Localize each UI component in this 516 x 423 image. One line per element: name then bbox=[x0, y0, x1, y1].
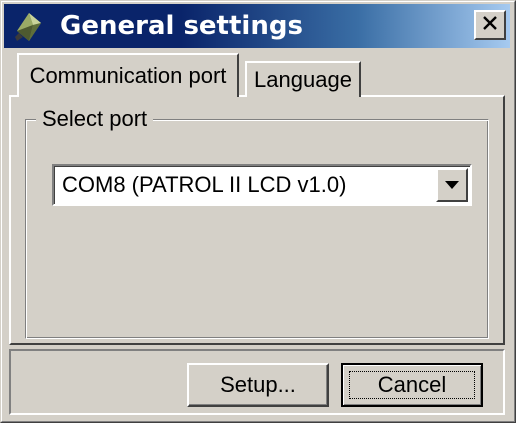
window-title: General settings bbox=[60, 11, 303, 41]
select-port-group: Select port COM8 (PATROL II LCD v1.0) bbox=[25, 106, 489, 339]
cancel-button[interactable]: Cancel bbox=[341, 363, 483, 407]
chevron-down-icon bbox=[445, 176, 459, 194]
setup-button-label: Setup... bbox=[220, 372, 296, 397]
setup-button[interactable]: Setup... bbox=[187, 363, 329, 407]
diamond-app-icon bbox=[8, 6, 48, 46]
close-x-icon bbox=[482, 15, 498, 35]
title-bar[interactable]: General settings bbox=[4, 4, 510, 48]
tab-language[interactable]: Language bbox=[245, 61, 361, 97]
settings-window: General settings Communication port Lang… bbox=[0, 0, 516, 423]
tab-panel: Select port COM8 (PATROL II LCD v1.0) bbox=[9, 95, 505, 345]
group-label: Select port bbox=[36, 106, 154, 132]
close-button[interactable] bbox=[474, 10, 506, 40]
port-select-value: COM8 (PATROL II LCD v1.0) bbox=[62, 172, 347, 197]
tab-communication-port[interactable]: Communication port bbox=[17, 53, 239, 97]
dropdown-button[interactable] bbox=[436, 168, 468, 202]
port-select[interactable]: COM8 (PATROL II LCD v1.0) bbox=[52, 164, 472, 206]
button-bar: Setup... Cancel bbox=[9, 349, 505, 415]
cancel-button-label: Cancel bbox=[377, 372, 447, 397]
